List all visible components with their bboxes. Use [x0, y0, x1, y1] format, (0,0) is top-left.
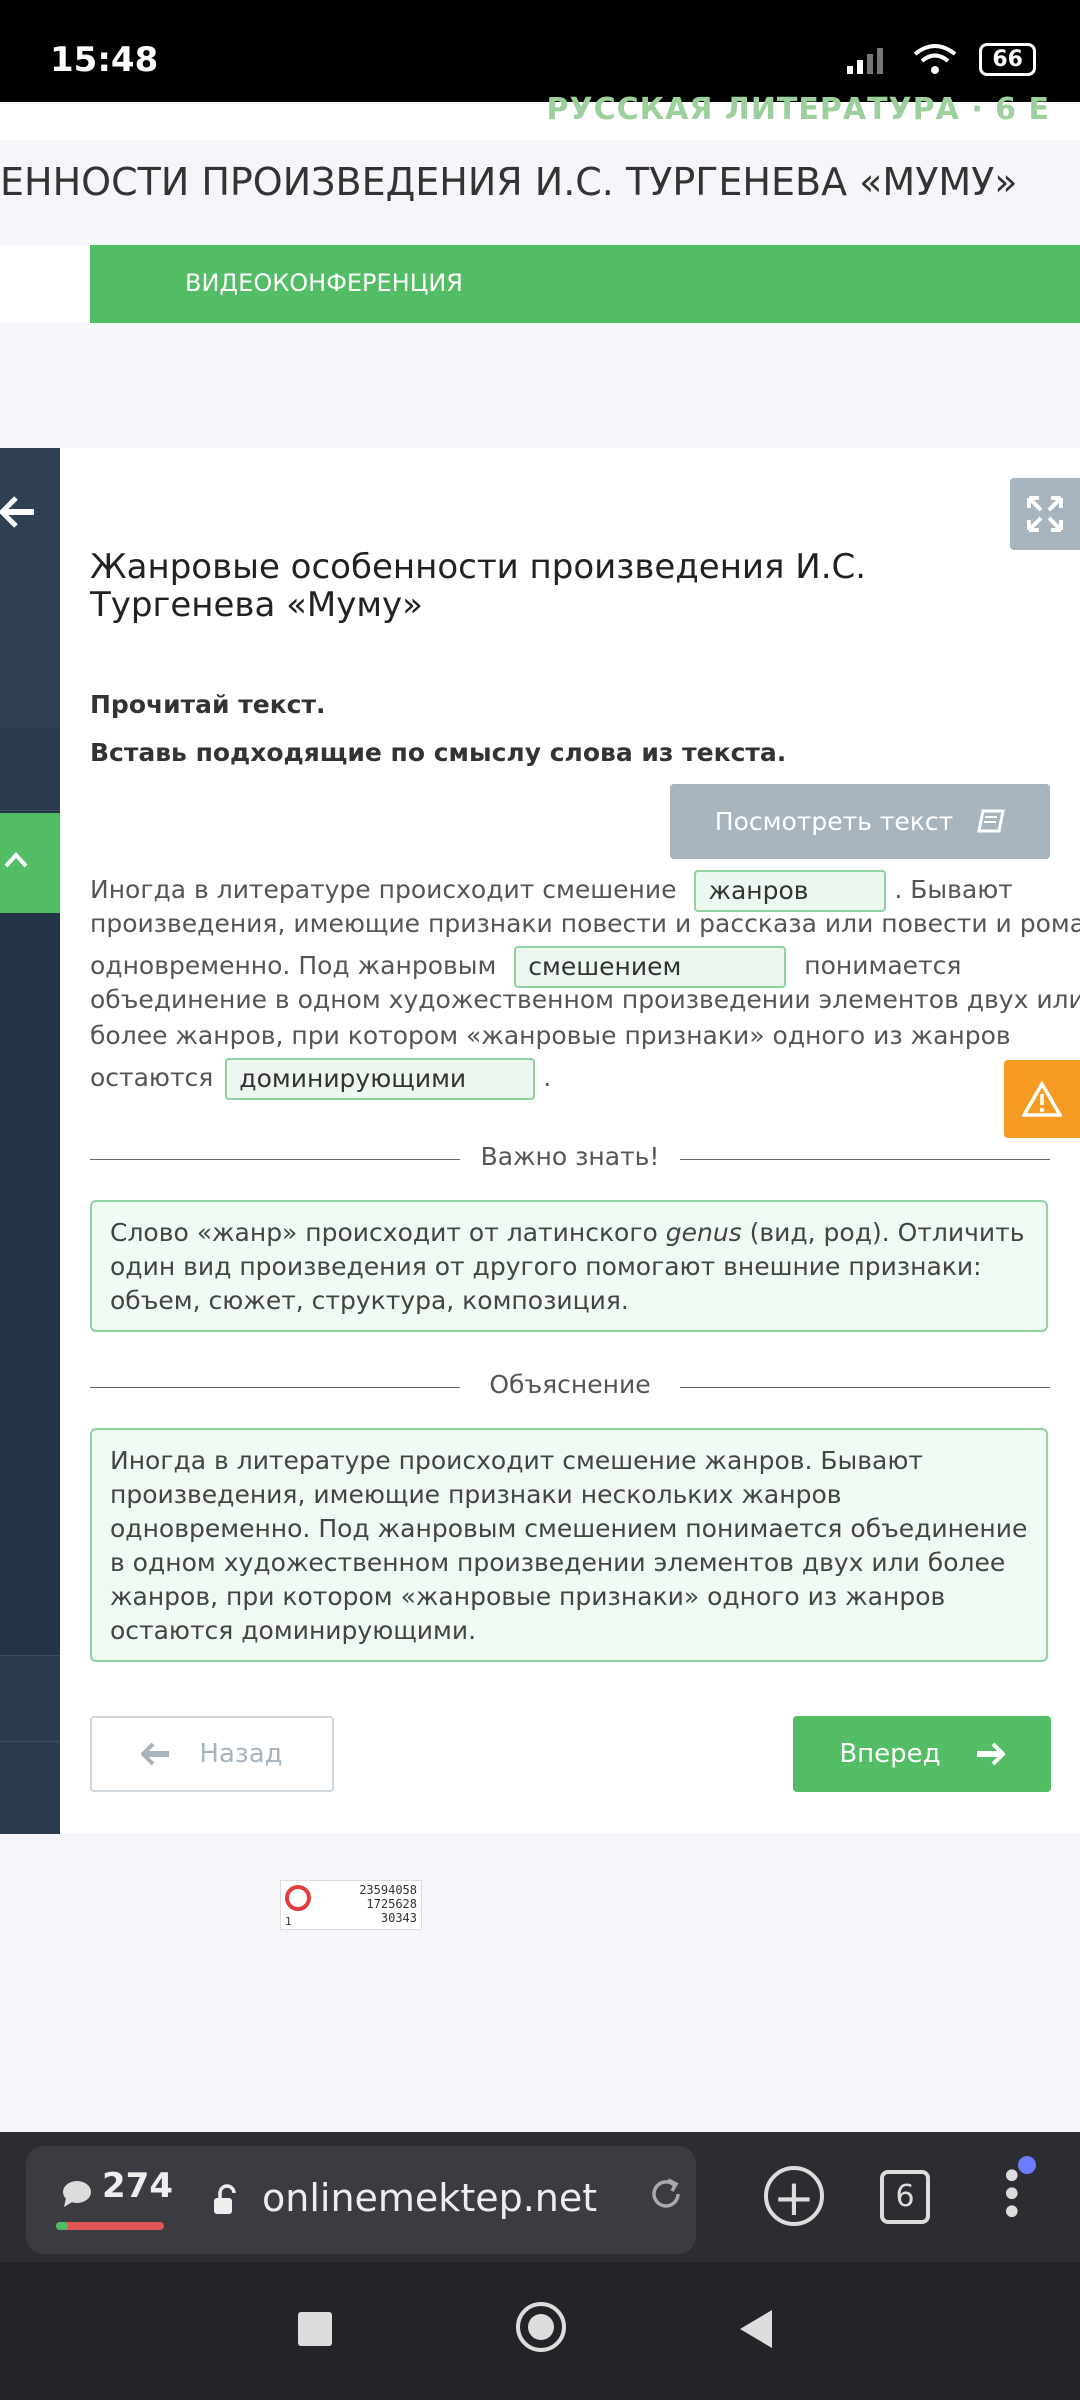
back-button[interactable]: Назад	[90, 1716, 334, 1792]
home-button[interactable]	[516, 2302, 566, 2352]
status-bar: 15:48 66	[0, 0, 1080, 102]
system-nav-bar	[0, 2262, 1080, 2400]
back-button-label: Назад	[199, 1739, 283, 1769]
exercise-line: одновременно. Под жанровым смешением пон…	[90, 946, 1050, 988]
book-icon	[977, 809, 1006, 832]
chevron-up-icon	[4, 852, 28, 868]
sidebar-item[interactable]	[0, 728, 60, 811]
sidebar-item[interactable]	[0, 1655, 60, 1742]
exercise-line: произведения, имеющие признаки повести и…	[90, 909, 1080, 938]
important-divider: Важно знать!	[90, 1142, 1050, 1176]
notification-dot	[1018, 2156, 1036, 2174]
lesson-title: Жанровые особенности произведения И.С. Т…	[90, 547, 867, 625]
report-problem-button[interactable]	[1004, 1060, 1080, 1138]
sidebar	[0, 448, 60, 1834]
battery-indicator: 66	[979, 42, 1036, 76]
important-box: Слово «жанр» происходит от латинского ge…	[90, 1200, 1048, 1332]
tab-lesson[interactable]	[0, 245, 90, 323]
browser-menu-button[interactable]: • • •	[1000, 2157, 1024, 2233]
chat-icon	[63, 2181, 91, 2207]
arrow-left-icon	[0, 496, 34, 528]
explanation-heading: Объяснение	[489, 1370, 651, 1399]
explanation-divider: Объяснение	[90, 1370, 1050, 1404]
lock-icon	[214, 2184, 236, 2214]
exercise-line: Иногда в литературе происходит смешение …	[90, 870, 1050, 912]
site-header: РУССКАЯ ЛИТЕРАТУРА · 6 Е	[0, 92, 1080, 140]
visit-counter[interactable]: 23594058 1725628 30343 1	[280, 1880, 422, 1930]
chat-indicator	[56, 2222, 164, 2230]
reload-icon[interactable]	[648, 2176, 684, 2212]
arrow-left-icon	[141, 1742, 170, 1766]
sidebar-back-button[interactable]	[0, 448, 60, 729]
answer-blank-3[interactable]: доминирующими	[225, 1058, 536, 1100]
exercise-text: Иногда в литературе происходит смешение …	[90, 870, 1080, 1100]
status-icons: 66	[847, 42, 1036, 76]
system-back-button[interactable]	[740, 2310, 772, 2348]
url-text: onlinemektep.net	[262, 2176, 598, 2220]
tab-row: ВИДЕОКОНФЕРЕНЦИЯ	[0, 245, 1080, 323]
signal-icon	[847, 48, 884, 74]
status-time: 15:48	[50, 40, 159, 80]
new-tab-button[interactable]: +	[764, 2166, 824, 2226]
tab-switcher-button[interactable]: 6	[880, 2170, 930, 2224]
topic-title: ЕННОСТИ ПРОИЗВЕДЕНИЯ И.С. ТУРГЕНЕВА «МУМ…	[0, 160, 1018, 204]
address-bar[interactable]: 274 onlinemektep.net	[26, 2146, 696, 2254]
important-heading: Важно знать!	[480, 1142, 660, 1171]
expand-icon	[1027, 496, 1063, 532]
instruction-insert: Вставь подходящие по смыслу слова из тек…	[90, 738, 787, 767]
chat-count: 274	[102, 2166, 173, 2206]
counter-logo	[285, 1885, 311, 1911]
warning-icon	[1022, 1081, 1062, 1117]
sidebar-item[interactable]	[0, 1741, 60, 1834]
browser-toolbar: 274 onlinemektep.net + 6 • • •	[0, 2132, 1080, 2262]
counter-numbers: 23594058 1725628 30343	[359, 1883, 417, 1925]
arrow-right-icon	[976, 1742, 1005, 1766]
recents-button[interactable]	[298, 2312, 332, 2346]
instruction-read: Прочитай текст.	[90, 690, 326, 719]
view-text-label: Посмотреть текст	[714, 807, 954, 836]
view-text-button[interactable]: Посмотреть текст	[670, 784, 1050, 859]
subject-label: РУССКАЯ ЛИТЕРАТУРА · 6 Е	[546, 92, 1050, 127]
wifi-icon	[914, 44, 957, 74]
exercise-line: объединение в одном художественном произ…	[90, 985, 1080, 1014]
sidebar-item-active[interactable]	[0, 813, 60, 913]
tab-videoconference[interactable]: ВИДЕОКОНФЕРЕНЦИЯ	[185, 269, 463, 297]
exercise-line: остаются доминирующими .	[90, 1058, 1050, 1100]
expand-button[interactable]	[1010, 478, 1080, 550]
exercise-line: более жанров, при котором «жанровые приз…	[90, 1021, 1011, 1050]
explanation-box: Иногда в литературе происходит смешение …	[90, 1428, 1048, 1662]
next-button[interactable]: Вперед	[793, 1716, 1051, 1792]
next-button-label: Вперед	[839, 1739, 941, 1769]
